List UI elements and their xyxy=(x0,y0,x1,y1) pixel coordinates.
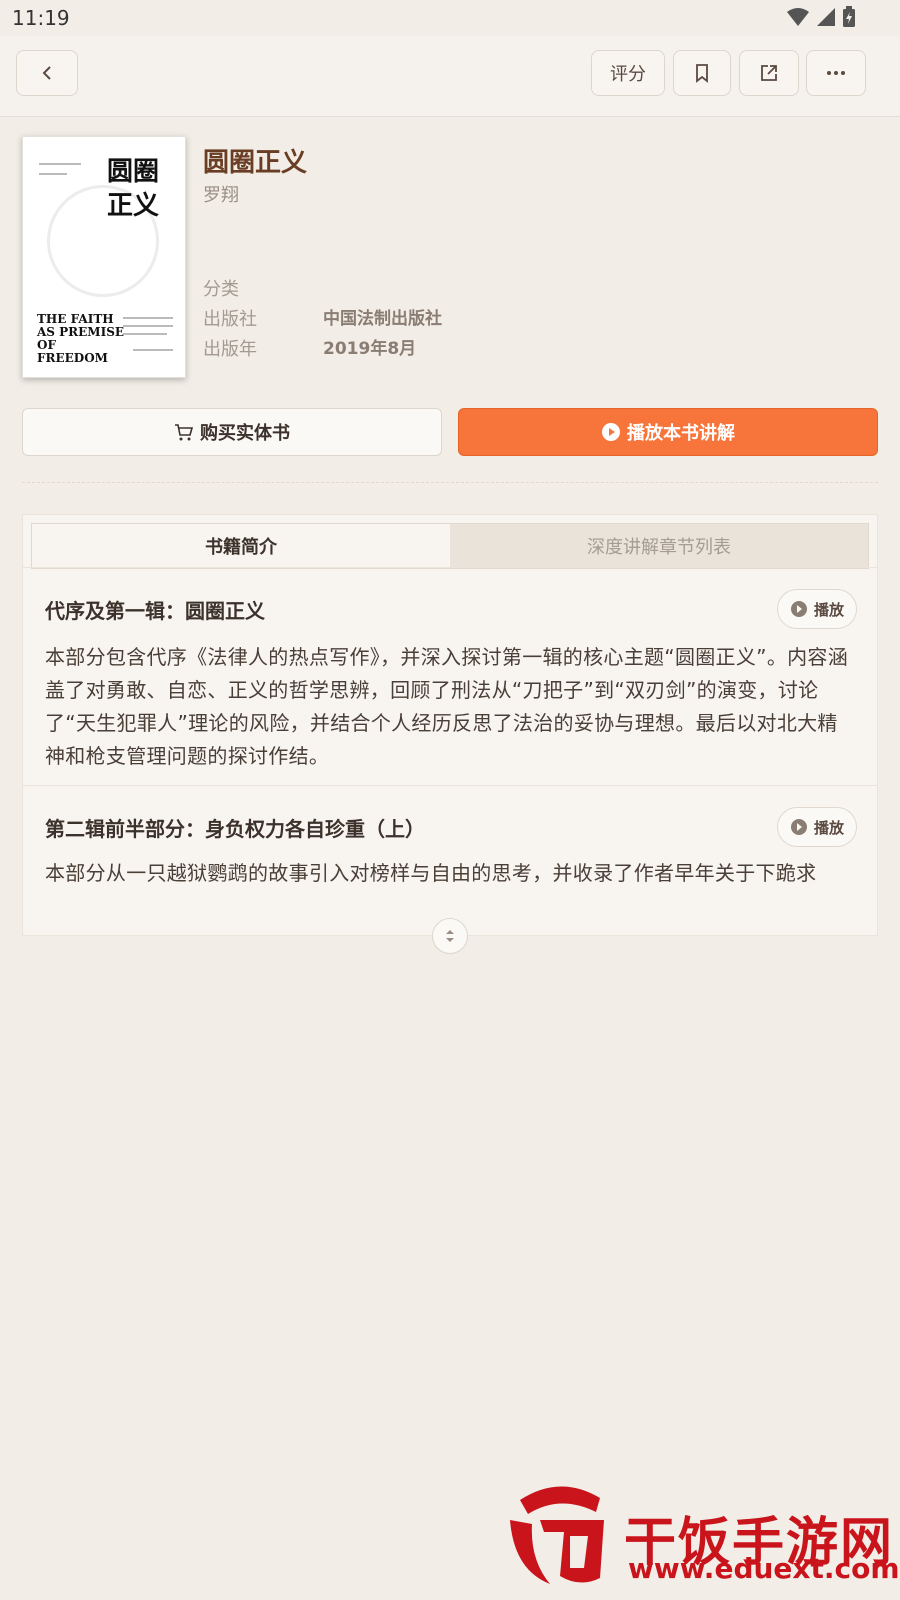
status-icons xyxy=(786,6,856,28)
category-label: 分类 xyxy=(203,279,239,300)
tab-chapter-list[interactable]: 深度讲解章节列表 xyxy=(450,524,868,568)
play-circle-icon xyxy=(790,819,807,835)
section-item: 代序及第一辑：圆圈正义 播放 本部分包含代序《法律人的热点写作》，并深入探讨第一… xyxy=(23,567,877,787)
cover-decoration xyxy=(133,349,173,351)
publisher-label: 出版社 xyxy=(203,309,257,330)
cover-title: 圆圈 正义 xyxy=(107,157,160,221)
battery-icon xyxy=(843,6,855,27)
section-title: 第二辑前半部分：身负权力各自珍重（上） xyxy=(45,817,425,841)
status-time: 11:19 xyxy=(12,6,70,30)
play-circle-icon xyxy=(602,423,620,441)
book-cover[interactable]: 圆圈 正义 THE FAITH AS PREMISE OF FREEDOM xyxy=(22,136,186,378)
cover-decoration xyxy=(39,173,67,175)
share-button[interactable] xyxy=(739,50,799,96)
cart-icon xyxy=(175,424,194,441)
cover-decoration xyxy=(123,333,167,335)
status-bar: 11:19 xyxy=(0,0,900,36)
book-title: 圆圈正义 xyxy=(203,148,308,178)
rate-label: 评分 xyxy=(610,64,646,85)
section-play-label: 播放 xyxy=(813,818,844,837)
share-icon xyxy=(761,65,777,81)
buy-label: 购买实体书 xyxy=(200,423,290,444)
cover-decoration xyxy=(39,163,81,165)
tab-bar: 书籍简介 深度讲解章节列表 xyxy=(31,523,869,569)
section-play-label: 播放 xyxy=(813,600,844,619)
buy-physical-book-button[interactable]: 购买实体书 xyxy=(22,408,442,456)
expand-button[interactable] xyxy=(432,918,468,954)
section-body: 本部分包含代序《法律人的热点写作》，并深入探讨第一辑的核心主题“圆圈正义”。内容… xyxy=(45,645,849,768)
section-item: 第二辑前半部分：身负权力各自珍重（上） 播放 本部分从一只越狱鹦鹉的故事引入对榜… xyxy=(23,785,877,935)
section-body: 本部分从一只越狱鹦鹉的故事引入对榜样与自由的思考，并收录了作者早年关于下跪求 xyxy=(45,861,817,885)
book-author[interactable]: 罗翔 xyxy=(203,181,239,207)
cover-decoration xyxy=(123,325,173,327)
wifi-icon xyxy=(787,8,809,26)
more-button[interactable] xyxy=(806,50,866,96)
cover-english-title: THE FAITH AS PREMISE OF FREEDOM xyxy=(37,312,125,365)
play-label: 播放本书讲解 xyxy=(627,423,735,444)
divider xyxy=(22,482,878,484)
play-circle-icon xyxy=(790,601,807,617)
publisher-value: 中国法制出版社 xyxy=(323,309,442,329)
watermark-url: www.eduext.com xyxy=(628,1552,900,1585)
cover-decoration xyxy=(123,317,173,319)
bookmark-icon xyxy=(696,64,708,83)
bookmark-button[interactable] xyxy=(673,50,731,96)
section-play-button[interactable]: 播放 xyxy=(777,589,857,629)
content-panel: 书籍简介 深度讲解章节列表 代序及第一辑：圆圈正义 播放 本部分包含代序《法律人… xyxy=(22,514,878,936)
watermark-logo-icon xyxy=(510,1486,604,1584)
tab-book-intro[interactable]: 书籍简介 xyxy=(32,524,450,568)
signal-icon xyxy=(817,8,835,26)
year-value: 2019年8月 xyxy=(323,339,417,359)
top-bar: 评分 xyxy=(0,36,900,117)
chevron-left-icon xyxy=(42,66,51,80)
expand-icon xyxy=(446,930,454,942)
year-label: 出版年 xyxy=(203,339,257,360)
section-play-button[interactable]: 播放 xyxy=(777,807,857,847)
play-book-explanation-button[interactable]: 播放本书讲解 xyxy=(458,408,878,456)
rate-button[interactable]: 评分 xyxy=(591,50,665,96)
more-icon xyxy=(827,71,845,75)
back-button[interactable] xyxy=(16,50,78,96)
section-title: 代序及第一辑：圆圈正义 xyxy=(45,599,265,623)
